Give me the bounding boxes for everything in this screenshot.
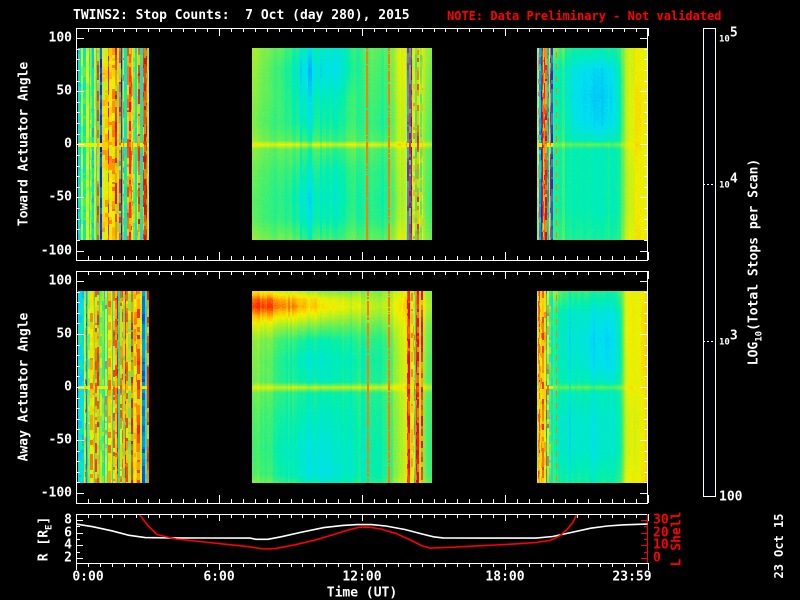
l-axis-tick-label: 0 [653, 550, 661, 566]
time-tick-label: 0:00 [72, 569, 104, 585]
y-axis-tick-label: -100 [40, 243, 72, 258]
y-axis-tick-label: 100 [48, 273, 72, 289]
date-stamp: 23 Oct 15 [772, 513, 786, 579]
axes-and-lines-svg [76, 28, 716, 570]
y-axis-tick-label: 50 [56, 326, 72, 342]
colorbar-tick-label: 103 [719, 328, 738, 348]
plot-title: TWINS2: Stop Counts: 7 Oct (day 280), 20… [73, 8, 410, 23]
y-axis-tick-label: -50 [48, 432, 72, 448]
y-axis-tick-label: 0 [64, 136, 72, 152]
time-tick-label: 6:00 [203, 569, 235, 585]
colorbar-tick-label: 104 [719, 171, 738, 191]
time-tick-label: 12:00 [342, 569, 382, 585]
colorbar-gradient [703, 28, 716, 497]
time-tick-label: 23:59 [612, 569, 652, 585]
l-shell-axis-label: L Shell [669, 511, 685, 567]
colorbar-label: LOG10(Total Stops per Scan) [746, 158, 765, 366]
r-axis-label: R [RE] [36, 516, 55, 562]
r-axis-tick-label: 2 [64, 550, 72, 566]
y-axis-tick-label: -100 [40, 485, 72, 501]
y-axis-tick-label: 0 [64, 379, 72, 395]
y-axis-tick-label: 50 [56, 83, 72, 99]
panel2-ylabel: Away Actuator Angle [16, 312, 32, 462]
twins2-stop-counts-figure: TWINS2: Stop Counts: 7 Oct (day 280), 20… [0, 0, 800, 600]
colorbar-tick-label: 105 [719, 25, 738, 45]
panel1-ylabel: Toward Actuator Angle [16, 61, 32, 227]
l-shell-line [138, 515, 578, 550]
time-axis-label: Time (UT) [326, 585, 398, 600]
colorbar-bottom-label: 100 [719, 489, 743, 505]
y-axis-tick-label: 100 [48, 30, 72, 46]
data-preliminary-note: NOTE: Data Preliminary - Not validated [447, 9, 722, 23]
time-tick-label: 18:00 [485, 569, 525, 585]
y-axis-tick-label: -50 [48, 189, 72, 205]
